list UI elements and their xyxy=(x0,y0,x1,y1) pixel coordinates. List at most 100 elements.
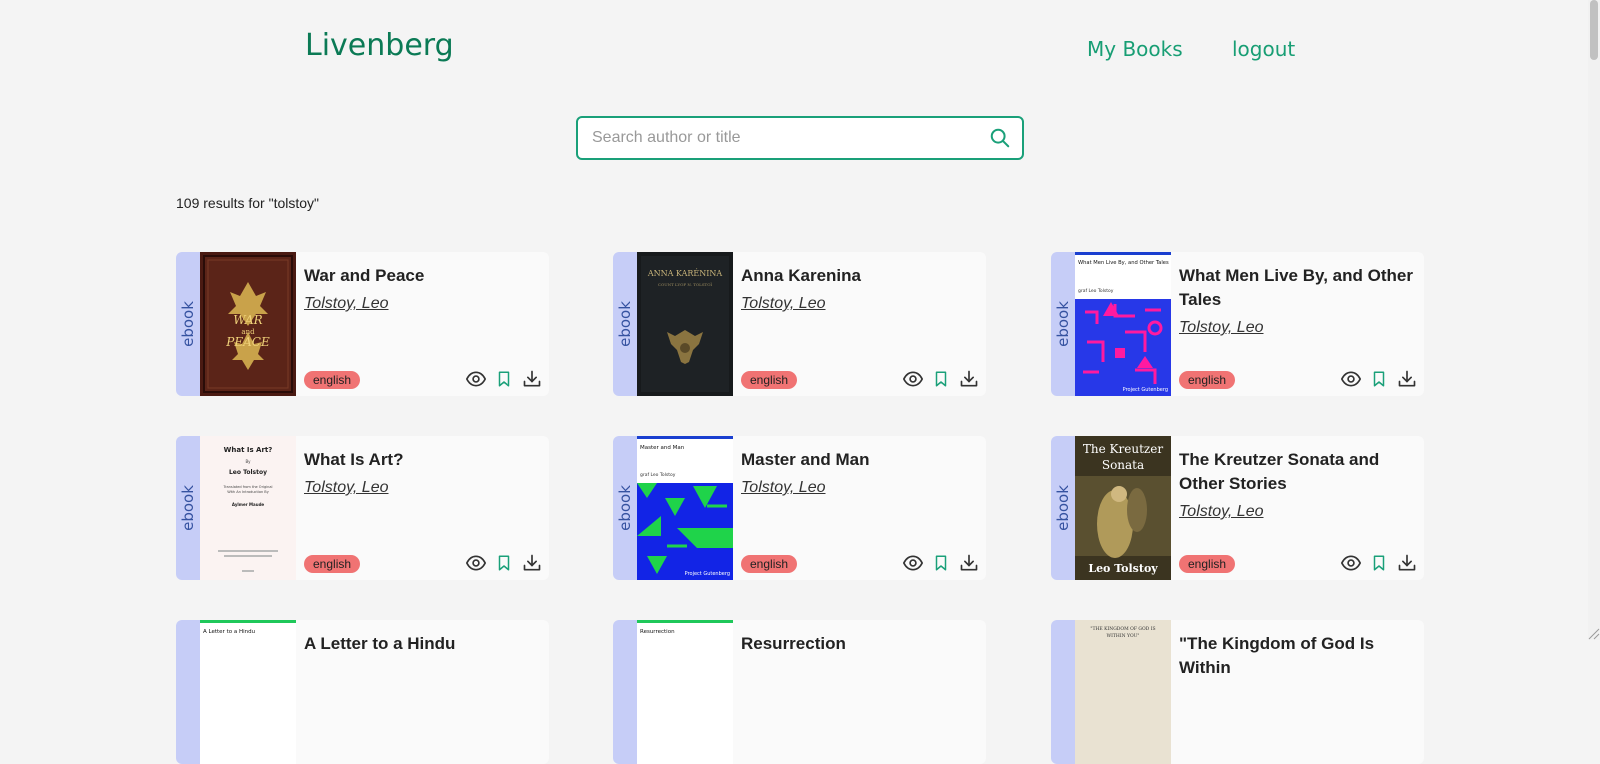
svg-text:Leo Tolstoy: Leo Tolstoy xyxy=(229,469,267,476)
book-title[interactable]: War and Peace xyxy=(304,266,424,285)
download-button[interactable] xyxy=(1396,368,1418,390)
eye-icon xyxy=(903,371,923,387)
book-title[interactable]: What Men Live By, and Other Tales xyxy=(1179,266,1413,309)
svg-text:Translated from the Original: Translated from the Original xyxy=(222,485,272,489)
svg-text:Master and Man: Master and Man xyxy=(640,445,685,451)
card-type-strip: ebook xyxy=(613,436,637,580)
book-card: ebook Master and Man graf Leo Tolstoy Pr… xyxy=(613,436,986,580)
book-author[interactable]: Tolstoy, Leo xyxy=(1179,500,1419,524)
svg-text:Sonata: Sonata xyxy=(1102,458,1144,472)
resize-grip-icon[interactable] xyxy=(1586,626,1600,640)
svg-text:What Is Art?: What Is Art? xyxy=(224,446,273,454)
page-scrollbar[interactable] xyxy=(1588,0,1600,640)
card-type-strip: ebook xyxy=(1051,252,1075,396)
book-cover[interactable]: ANNA KARÉNINA COUNT LYOF N. TOLSTOÏ xyxy=(637,252,733,396)
eye-icon xyxy=(466,371,486,387)
bookmark-button[interactable] xyxy=(1368,368,1390,390)
book-title[interactable]: Master and Man xyxy=(741,450,869,469)
view-button[interactable] xyxy=(465,368,487,390)
bookmark-icon xyxy=(498,555,510,571)
card-actions xyxy=(465,368,543,390)
download-icon xyxy=(523,370,541,387)
view-button[interactable] xyxy=(465,552,487,574)
svg-text:Project Gutenberg: Project Gutenberg xyxy=(1123,387,1168,393)
book-card: ebook The Kreutzer Sonata Leo Tolstoy Th… xyxy=(1051,436,1424,580)
view-button[interactable] xyxy=(1340,552,1362,574)
download-button[interactable] xyxy=(1396,552,1418,574)
svg-text:graf Leo Tolstoy: graf Leo Tolstoy xyxy=(1078,288,1114,294)
eye-icon xyxy=(466,555,486,571)
download-button[interactable] xyxy=(521,368,543,390)
svg-text:"THE KINGDOM OF GOD IS: "THE KINGDOM OF GOD IS xyxy=(1090,626,1155,632)
bookmark-button[interactable] xyxy=(493,368,515,390)
book-card: A Letter to a Hindu A Letter to a Hindu xyxy=(176,620,549,764)
eye-icon xyxy=(903,555,923,571)
book-cover[interactable]: What Is Art? By Leo Tolstoy Translated f… xyxy=(200,436,296,580)
scrollbar-thumb[interactable] xyxy=(1590,0,1598,60)
book-card: ebook ANNA KARÉNINA COUNT LYOF N. TOLSTO… xyxy=(613,252,986,396)
book-author[interactable]: Tolstoy, Leo xyxy=(741,476,981,500)
header: Livenberg My Books logout xyxy=(0,0,1600,100)
download-icon xyxy=(1398,370,1416,387)
download-button[interactable] xyxy=(521,552,543,574)
bookmark-button[interactable] xyxy=(930,552,952,574)
bookmark-button[interactable] xyxy=(493,552,515,574)
bookmark-button[interactable] xyxy=(930,368,952,390)
card-type-strip xyxy=(613,620,637,764)
book-title[interactable]: "The Kingdom of God Is Within xyxy=(1179,634,1374,677)
bookmark-icon xyxy=(1373,555,1385,571)
svg-text:COUNT LYOF N. TOLSTOÏ: COUNT LYOF N. TOLSTOÏ xyxy=(658,282,713,287)
card-type-label: ebook xyxy=(1054,485,1073,531)
download-icon xyxy=(960,554,978,571)
svg-text:Resurrection: Resurrection xyxy=(640,629,675,635)
language-badge: english xyxy=(304,555,361,573)
book-cover[interactable]: A Letter to a Hindu xyxy=(200,620,296,764)
book-card: Resurrection Resurrection xyxy=(613,620,986,764)
book-author[interactable]: Tolstoy, Leo xyxy=(304,292,544,316)
download-button[interactable] xyxy=(958,368,980,390)
book-author[interactable]: Tolstoy, Leo xyxy=(741,292,981,316)
svg-text:What Men Live By, and Other Ta: What Men Live By, and Other Tales xyxy=(1078,260,1169,266)
card-type-strip: ebook xyxy=(1051,436,1075,580)
book-cover[interactable]: "THE KINGDOM OF GOD IS WITHIN YOU" xyxy=(1075,620,1171,764)
card-type-strip: ebook xyxy=(176,436,200,580)
view-button[interactable] xyxy=(902,552,924,574)
my-books-link[interactable]: My Books xyxy=(1087,37,1183,61)
svg-text:ANNA KARÉNINA: ANNA KARÉNINA xyxy=(647,269,723,278)
book-cover[interactable]: Master and Man graf Leo Tolstoy Project … xyxy=(637,436,733,580)
card-type-strip: ebook xyxy=(613,252,637,396)
language-badge: english xyxy=(304,371,361,389)
book-card: ebook What Is Art? By Leo Tolstoy Transl… xyxy=(176,436,549,580)
logout-link[interactable]: logout xyxy=(1232,37,1295,61)
svg-text:Aylmer Maude: Aylmer Maude xyxy=(232,502,265,507)
download-icon xyxy=(1398,554,1416,571)
eye-icon xyxy=(1341,555,1361,571)
book-title[interactable]: What Is Art? xyxy=(304,450,403,469)
view-button[interactable] xyxy=(1340,368,1362,390)
search-input[interactable] xyxy=(590,118,980,158)
book-cover[interactable]: Resurrection xyxy=(637,620,733,764)
book-author[interactable]: Tolstoy, Leo xyxy=(1179,316,1419,340)
search-button[interactable] xyxy=(986,124,1014,152)
book-cover[interactable]: What Men Live By, and Other Tales graf L… xyxy=(1075,252,1171,396)
book-author[interactable]: Tolstoy, Leo xyxy=(304,476,544,500)
view-button[interactable] xyxy=(902,368,924,390)
book-title[interactable]: A Letter to a Hindu xyxy=(304,634,455,653)
download-button[interactable] xyxy=(958,552,980,574)
language-badge: english xyxy=(741,555,798,573)
logo-link[interactable]: Livenberg xyxy=(305,28,454,63)
book-cover[interactable]: WAR and PEACE xyxy=(200,252,296,396)
bookmark-button[interactable] xyxy=(1368,552,1390,574)
language-badge: english xyxy=(1179,555,1236,573)
book-title[interactable]: Anna Karenina xyxy=(741,266,861,285)
book-cover[interactable]: The Kreutzer Sonata Leo Tolstoy xyxy=(1075,436,1171,580)
svg-text:A Letter to a Hindu: A Letter to a Hindu xyxy=(203,629,255,635)
card-actions xyxy=(1340,552,1418,574)
book-title[interactable]: Resurrection xyxy=(741,634,846,653)
language-badge: english xyxy=(741,371,798,389)
book-card: ebook WAR and PEACE War and Peace Tolsto… xyxy=(176,252,549,396)
card-type-label: ebook xyxy=(179,485,198,531)
book-title[interactable]: The Kreutzer Sonata and Other Stories xyxy=(1179,450,1379,493)
svg-text:By: By xyxy=(245,459,251,464)
card-type-label: ebook xyxy=(616,485,635,531)
